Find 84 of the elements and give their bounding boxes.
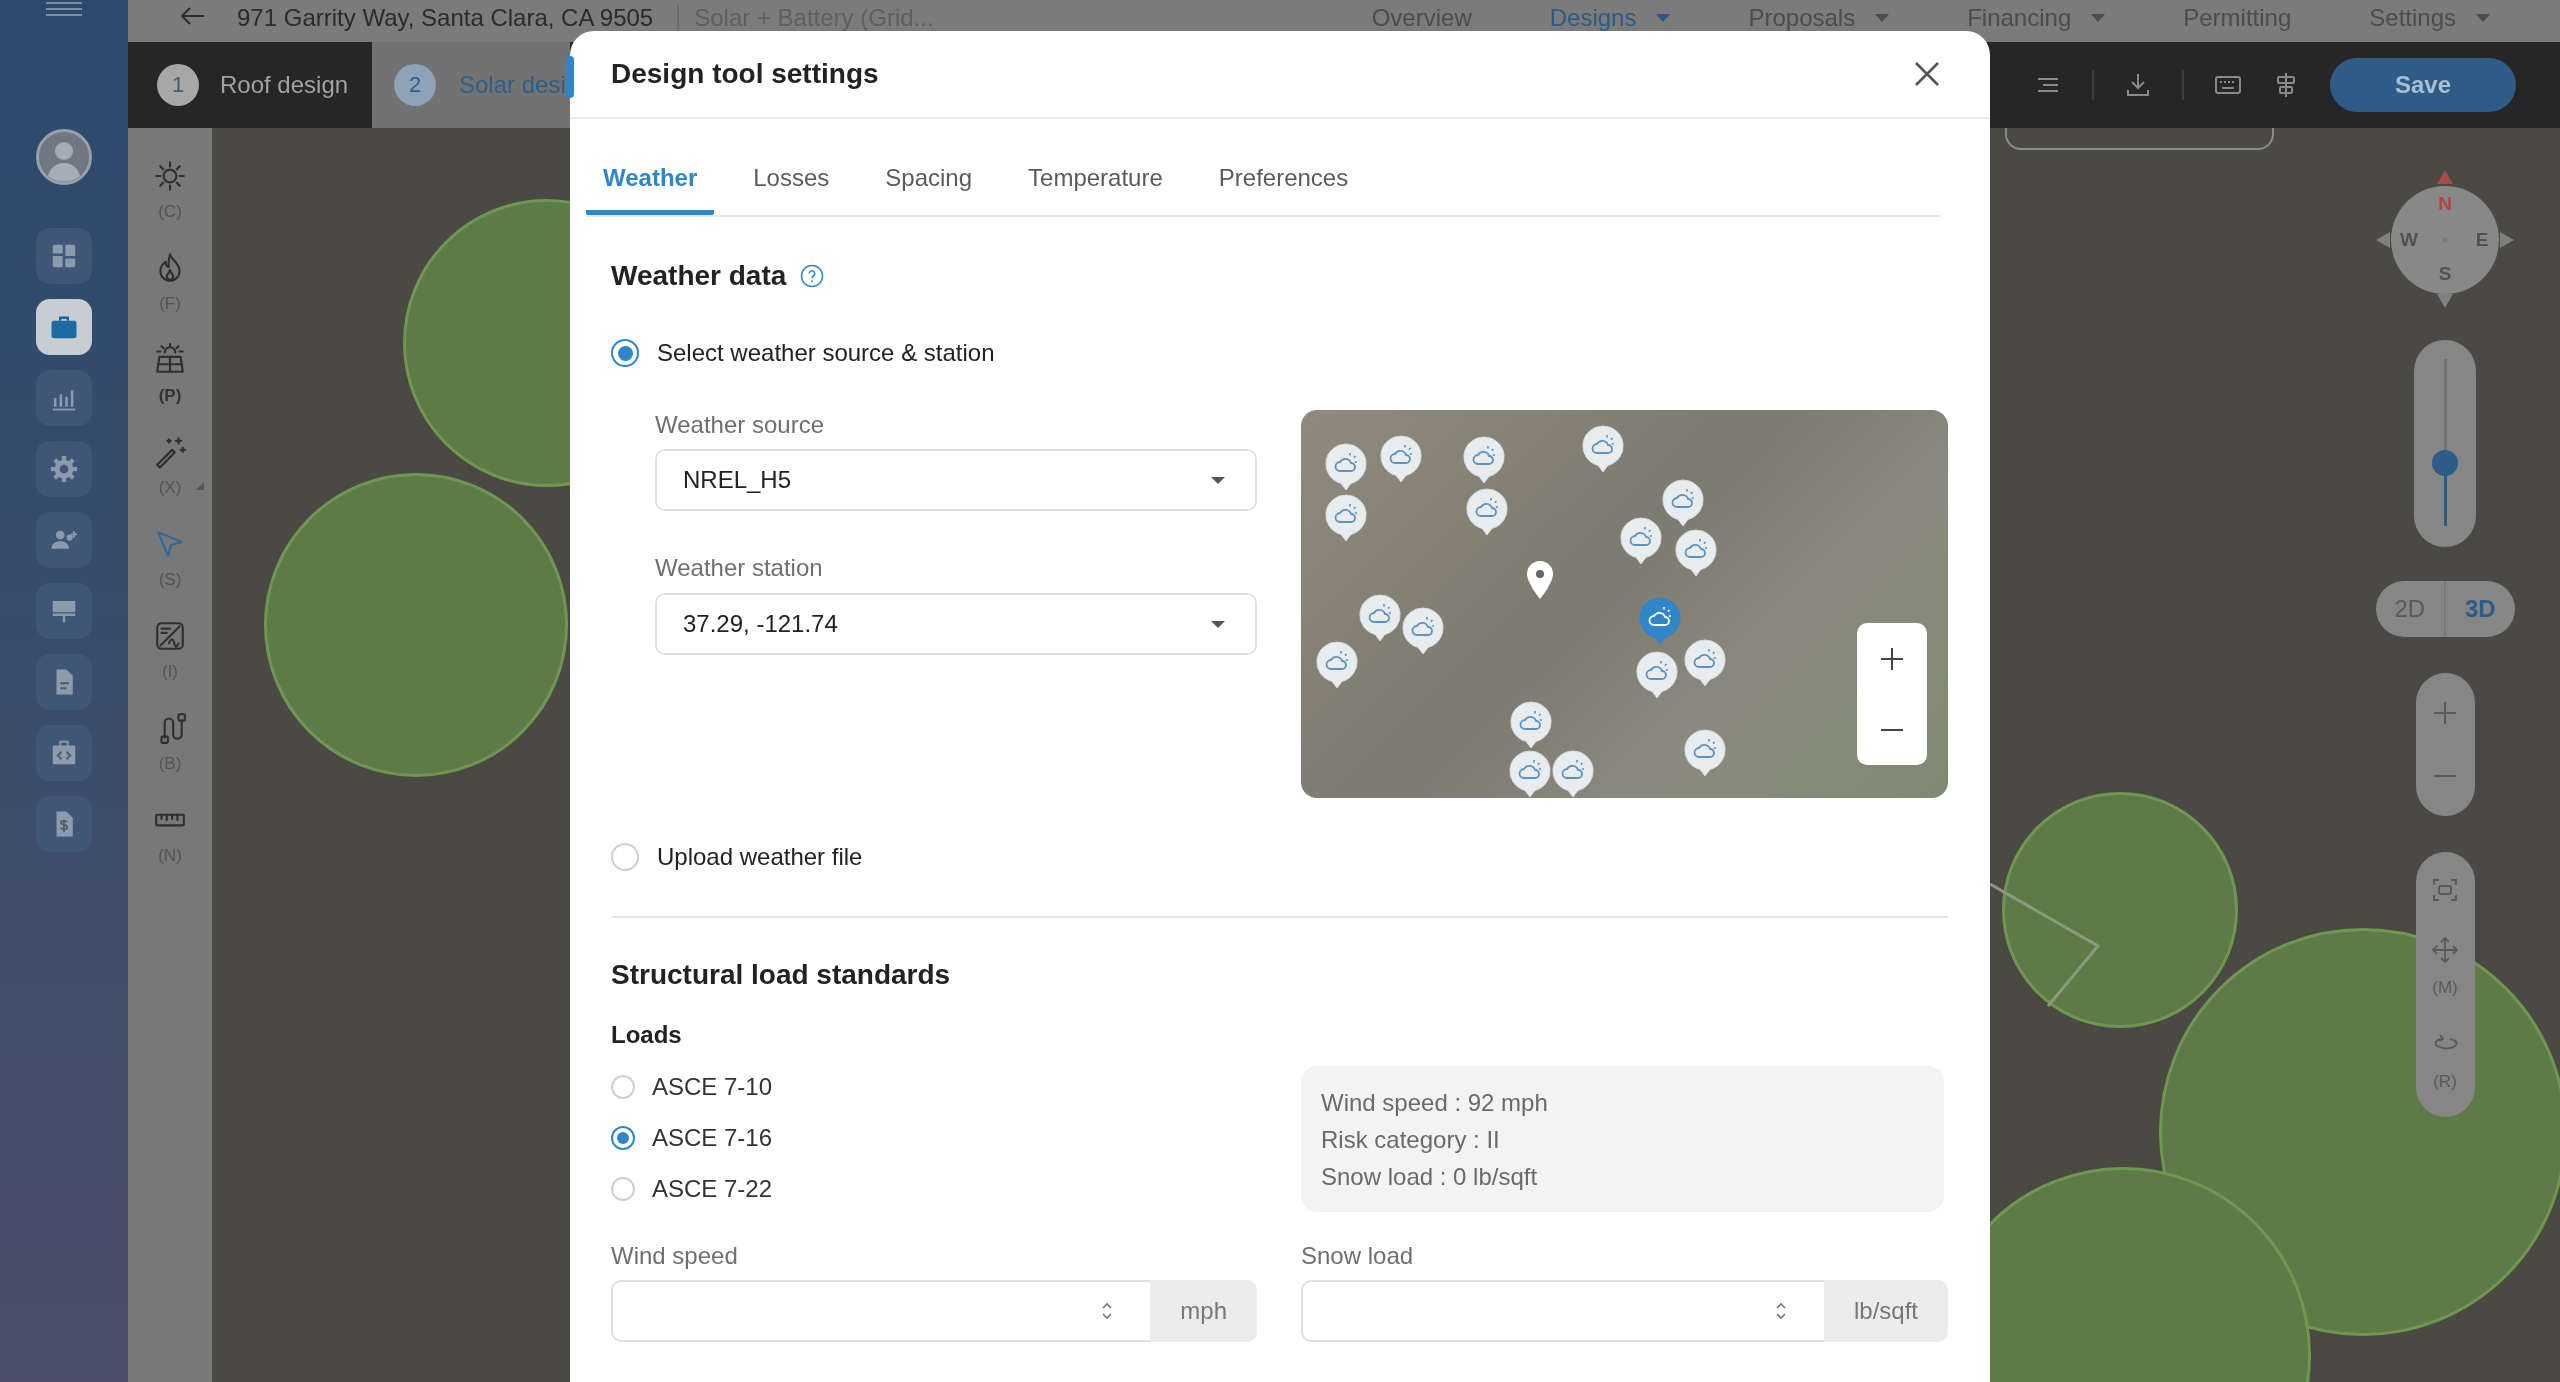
project-address: 971 Garrity Way, Santa Clara, CA 9505 <box>237 4 654 32</box>
corner-triangle-icon <box>196 482 204 490</box>
location-pin-icon <box>1525 560 1555 600</box>
step-indicator <box>566 56 574 98</box>
radio-option[interactable]: Upload weather file <box>611 840 1948 874</box>
download-icon[interactable] <box>2124 71 2152 99</box>
south-pointer-icon <box>2437 294 2453 308</box>
radio-icon[interactable] <box>611 1075 635 1099</box>
step-tab[interactable]: 2 Solar desi <box>372 42 570 128</box>
save-button[interactable]: Save <box>2330 58 2516 112</box>
sun-icon <box>153 159 187 193</box>
step-label: Solar desi <box>459 71 566 99</box>
unit-label: lb/sqft <box>1823 1280 1948 1342</box>
close-icon <box>1913 60 1941 88</box>
caret-icon <box>1875 14 1890 22</box>
nav-button[interactable] <box>36 228 92 284</box>
nav-button[interactable] <box>36 299 92 355</box>
radio-icon[interactable] <box>611 843 639 871</box>
nav-button[interactable] <box>36 512 92 568</box>
radio-option[interactable]: ASCE 7-16 <box>611 1123 1257 1153</box>
north-label: N <box>2438 193 2452 215</box>
settings-tab[interactable]: Losses <box>736 145 847 215</box>
nav-button[interactable] <box>36 725 92 781</box>
spinner-icon[interactable] <box>1101 1300 1114 1322</box>
settings-tab[interactable]: Temperature <box>1011 145 1180 215</box>
group-label: Loads <box>611 1020 683 1050</box>
back-arrow-icon[interactable] <box>180 6 206 26</box>
radio-icon[interactable] <box>611 339 639 367</box>
settings-tab[interactable]: Weather <box>586 145 715 215</box>
nav-button[interactable] <box>36 796 92 852</box>
radio-option[interactable]: ASCE 7-10 <box>611 1072 1257 1102</box>
field-label: Wind speed <box>611 1241 739 1271</box>
spinner-icon[interactable] <box>1774 1300 1787 1322</box>
radio-icon[interactable] <box>611 1126 635 1150</box>
east-pointer-icon <box>2500 232 2514 248</box>
menu-icon[interactable] <box>46 2 82 16</box>
nav-link[interactable]: Designs <box>1549 4 1671 32</box>
nav-button[interactable] <box>36 583 92 639</box>
settings-tab[interactable]: Spacing <box>868 145 990 215</box>
weather-station-icon[interactable] <box>1639 597 1681 645</box>
nav-button[interactable] <box>36 441 92 497</box>
view-mode-button[interactable]: 3D <box>2446 581 2515 637</box>
satellite-map[interactable] <box>1301 410 1948 798</box>
weather-source-select[interactable]: NREL_H5 <box>655 449 1257 511</box>
tool-button[interactable]: (P) <box>128 343 212 406</box>
caret-icon <box>1211 620 1225 628</box>
fit-view-icon <box>2431 876 2459 904</box>
move-icon <box>2431 936 2459 964</box>
step-number: 1 <box>157 64 199 106</box>
info-text: Wind speed : 92 mph <box>1321 1088 1549 1118</box>
gear-icon <box>49 454 79 484</box>
section-heading: Weather data <box>611 259 787 293</box>
field-label: Snow load <box>1301 1241 1415 1271</box>
field-label: Weather source <box>655 410 825 440</box>
close-button[interactable] <box>1913 60 1941 88</box>
info-text: Snow load : 0 lb/sqft <box>1321 1162 1539 1192</box>
unit-label: mph <box>1150 1280 1257 1342</box>
avatar[interactable] <box>36 129 92 185</box>
caret-icon <box>1211 476 1225 484</box>
slider-thumb[interactable] <box>2431 449 2458 476</box>
radio-option[interactable]: Select weather source & station <box>611 336 1948 370</box>
inverter-icon <box>153 619 187 653</box>
step-number: 2 <box>394 64 436 106</box>
step-label: Roof design <box>220 71 349 99</box>
view-tool-button[interactable] <box>2431 876 2459 904</box>
number-input[interactable] <box>611 1280 1151 1342</box>
caret-icon <box>1656 14 1671 22</box>
caret-icon <box>2476 14 2490 22</box>
number-input[interactable] <box>1301 1280 1824 1342</box>
weather-station-select[interactable]: 37.29, -121.74 <box>655 593 1257 655</box>
magic-wand-icon <box>153 435 187 469</box>
caret-icon <box>2091 14 2106 22</box>
north-pointer-icon <box>2437 170 2453 184</box>
field-label: Weather station <box>655 553 824 583</box>
dialog-title: Design tool settings <box>611 58 879 90</box>
info-text: Risk category : II <box>1321 1125 1501 1155</box>
radio-icon[interactable] <box>611 1177 635 1201</box>
section-heading: Structural load standards <box>611 958 952 992</box>
settings-tab[interactable]: Preferences <box>1201 145 1366 215</box>
help-icon[interactable] <box>800 264 825 288</box>
nav-button[interactable] <box>36 654 92 710</box>
radio-option[interactable]: ASCE 7-22 <box>611 1174 1257 1204</box>
nav-button[interactable] <box>36 370 92 426</box>
west-pointer-icon <box>2376 232 2390 248</box>
